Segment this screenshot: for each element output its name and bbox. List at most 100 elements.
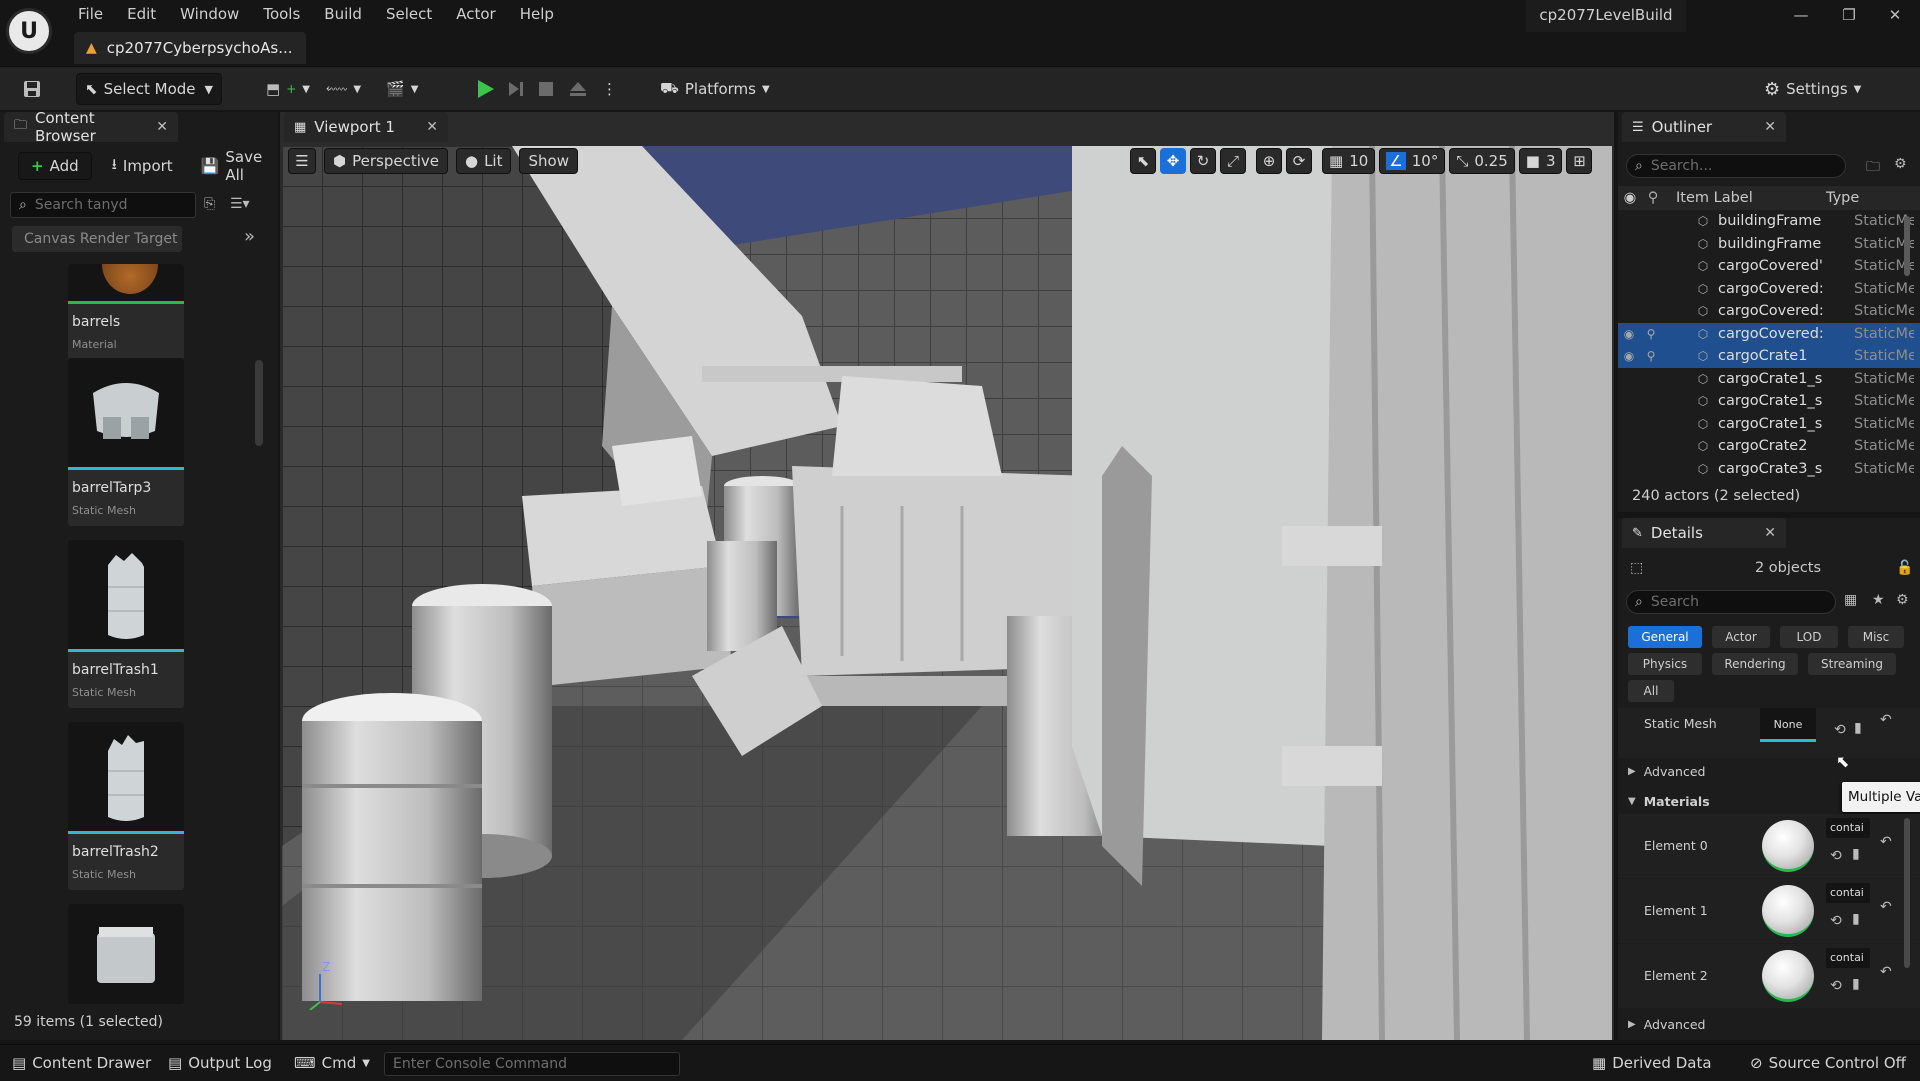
asset-tile[interactable]: barrels Material bbox=[68, 264, 184, 360]
pin-icon[interactable]: ⚲ bbox=[1642, 190, 1664, 206]
more-options-icon[interactable]: ⋮ bbox=[594, 73, 625, 105]
scale-snap-button[interactable]: ⤡ 0.25 bbox=[1449, 148, 1515, 174]
visibility-icon[interactable]: ◉ bbox=[1618, 327, 1640, 341]
details-search-input[interactable]: ⌕ Search bbox=[1626, 590, 1836, 614]
outliner-row[interactable]: ⬡ cargoCovered: StaticMe bbox=[1618, 300, 1920, 323]
show-button[interactable]: Show bbox=[519, 148, 578, 174]
menu-select[interactable]: Select bbox=[374, 0, 444, 28]
outliner-row[interactable]: ⬡ cargoCrate1_s StaticMe bbox=[1618, 413, 1920, 436]
rotate-tool-icon[interactable]: ↻ bbox=[1190, 148, 1216, 174]
grid-snap-button[interactable]: ▦ 10 bbox=[1322, 148, 1376, 174]
asset-tile[interactable]: barrelTrash2 Static Mesh bbox=[68, 722, 184, 890]
outliner-row[interactable]: ⬡ buildingFrame StaticMe bbox=[1618, 210, 1920, 233]
unreal-logo-icon[interactable]: U bbox=[6, 8, 52, 54]
outliner-row[interactable]: ⬡ cargoCovered' StaticMe bbox=[1618, 255, 1920, 278]
pin-icon[interactable]: ⚲ bbox=[1640, 349, 1662, 363]
blueprint-icon[interactable]: ⬳ ▼ bbox=[318, 73, 369, 105]
close-window-icon[interactable]: ✕ bbox=[1872, 0, 1918, 30]
filter-all[interactable]: All bbox=[1628, 680, 1674, 702]
restore-icon[interactable]: ❐ bbox=[1826, 0, 1872, 30]
cinematics-icon[interactable]: 🎬 ▼ bbox=[378, 73, 426, 105]
filter-misc[interactable]: Misc bbox=[1848, 626, 1904, 648]
material-value[interactable]: contai bbox=[1826, 948, 1870, 968]
menu-build[interactable]: Build bbox=[312, 0, 374, 28]
outliner-scrollbar[interactable] bbox=[1904, 216, 1910, 276]
gear-icon[interactable]: ⚙ bbox=[1896, 592, 1909, 608]
pin-icon[interactable]: ⚲ bbox=[1640, 327, 1662, 341]
camera-speed-button[interactable]: ■ 3 bbox=[1518, 148, 1563, 174]
advanced-section-2[interactable]: ▶ Advanced bbox=[1628, 1012, 1705, 1036]
console-input[interactable]: Enter Console Command bbox=[384, 1052, 680, 1076]
asset-tile[interactable]: barrelTrash1 Static Mesh bbox=[68, 540, 184, 708]
filter-streaming[interactable]: Streaming bbox=[1808, 653, 1896, 675]
outliner-row[interactable]: ⬡ cargoCrate1_s StaticMe bbox=[1618, 390, 1920, 413]
save-all-button[interactable]: 💾 Save All bbox=[193, 148, 278, 184]
output-log-button[interactable]: ▤ Output Log bbox=[160, 1045, 280, 1081]
use-selected-icon[interactable]: ▮ bbox=[1852, 911, 1860, 927]
asset-tile[interactable] bbox=[68, 904, 184, 1004]
type-header[interactable]: Type bbox=[1826, 190, 1859, 206]
reset-icon[interactable]: ↶ bbox=[1880, 964, 1892, 980]
gear-icon[interactable]: ⚙ bbox=[1894, 156, 1907, 172]
outliner-row[interactable]: ⬡ cargoCrate1_s StaticMe bbox=[1618, 368, 1920, 391]
browse-icon[interactable]: ⟲ bbox=[1830, 913, 1842, 929]
close-icon[interactable]: ✕ bbox=[1764, 525, 1776, 541]
filter-rendering[interactable]: Rendering bbox=[1712, 653, 1798, 675]
reset-icon[interactable]: ↶ bbox=[1880, 834, 1892, 850]
material-value[interactable]: contai bbox=[1826, 818, 1870, 838]
move-tool-icon[interactable]: ✥ bbox=[1160, 148, 1186, 174]
menu-edit[interactable]: Edit bbox=[115, 0, 168, 28]
menu-actor[interactable]: Actor bbox=[444, 0, 507, 28]
outliner-row[interactable]: ◉ ⚲ ⬡ cargoCovered: StaticMe bbox=[1618, 322, 1920, 345]
content-scrollbar[interactable] bbox=[255, 360, 263, 446]
table-view-icon[interactable]: ▦ bbox=[1844, 592, 1857, 608]
content-drawer-button[interactable]: ▤ Content Drawer bbox=[4, 1045, 159, 1081]
level-tab[interactable]: ▲ cp2077CyberpsychoAs... bbox=[74, 32, 306, 64]
derived-data-button[interactable]: ▦ Derived Data bbox=[1584, 1045, 1720, 1081]
material-thumbnail[interactable] bbox=[1762, 885, 1814, 937]
content-search-input[interactable]: ⌕ Search tanyd bbox=[10, 192, 196, 218]
material-thumbnail[interactable] bbox=[1762, 820, 1814, 872]
outliner-row[interactable]: ⬡ cargoCrate3_s StaticMe bbox=[1618, 458, 1920, 481]
platforms-dropdown[interactable]: ⛟ Platforms ▼ bbox=[652, 73, 778, 105]
outliner-row[interactable]: ⬡ cargoCrate2 StaticMe bbox=[1618, 435, 1920, 458]
use-selected-icon[interactable]: ▮ bbox=[1854, 720, 1862, 736]
item-label-header[interactable]: Item Label bbox=[1676, 190, 1826, 206]
viewport-tab[interactable]: ▦ Viewport 1 ✕ bbox=[284, 112, 448, 142]
advanced-section-1[interactable]: ▶ Advanced bbox=[1628, 758, 1705, 784]
menu-file[interactable]: File bbox=[66, 0, 115, 28]
outliner-row[interactable]: ⬡ buildingFrame StaticMe bbox=[1618, 233, 1920, 256]
filter-lod[interactable]: LOD bbox=[1780, 626, 1838, 648]
outliner-search-input[interactable]: ⌕ Search... bbox=[1626, 154, 1846, 178]
filter-icon[interactable]: ☰▾ bbox=[230, 196, 250, 212]
add-button[interactable]: + Add bbox=[18, 152, 92, 180]
use-selected-icon[interactable]: ▮ bbox=[1852, 846, 1860, 862]
outliner-row[interactable]: ◉ ⚲ ⬡ cargoCrate1 StaticMe bbox=[1618, 345, 1920, 368]
close-icon[interactable]: ✕ bbox=[426, 119, 438, 135]
material-value[interactable]: contai bbox=[1826, 883, 1870, 903]
browse-icon[interactable]: ⟲ bbox=[1834, 722, 1846, 738]
reset-icon[interactable]: ↶ bbox=[1880, 712, 1892, 728]
save-icon[interactable] bbox=[14, 73, 50, 105]
content-browser-tab[interactable]: 🗀 Content Browser ✕ bbox=[4, 109, 178, 145]
browse-icon[interactable]: ⟲ bbox=[1830, 978, 1842, 994]
details-tab[interactable]: ✎ Details ✕ bbox=[1622, 518, 1786, 548]
save-search-icon[interactable]: ⎘ bbox=[204, 196, 215, 212]
perspective-button[interactable]: ⬢ Perspective bbox=[324, 148, 448, 174]
close-icon[interactable]: ✕ bbox=[156, 119, 168, 135]
filter-general[interactable]: General bbox=[1628, 626, 1702, 648]
scale-tool-icon[interactable]: ⤢ bbox=[1220, 148, 1246, 174]
menu-window[interactable]: Window bbox=[168, 0, 251, 28]
cmd-dropdown[interactable]: ⌨ Cmd ▼ bbox=[286, 1045, 378, 1081]
double-chevron-right-icon[interactable]: » bbox=[244, 226, 255, 247]
add-actor-icon[interactable]: ⬒ + ▼ bbox=[258, 73, 318, 105]
viewport-scene[interactable] bbox=[282, 146, 1612, 1040]
surface-snap-icon[interactable]: ⟳ bbox=[1286, 148, 1312, 174]
materials-section[interactable]: ▼ Materials bbox=[1628, 788, 1710, 814]
static-mesh-value[interactable]: None bbox=[1760, 708, 1816, 742]
reset-icon[interactable]: ↶ bbox=[1880, 899, 1892, 915]
asset-tile[interactable]: barrelTarp3 Static Mesh bbox=[68, 358, 184, 526]
eject-icon[interactable] bbox=[560, 73, 596, 105]
hamburger-icon[interactable]: ☰ bbox=[288, 148, 316, 174]
world-space-icon[interactable]: ⊕ bbox=[1256, 148, 1282, 174]
